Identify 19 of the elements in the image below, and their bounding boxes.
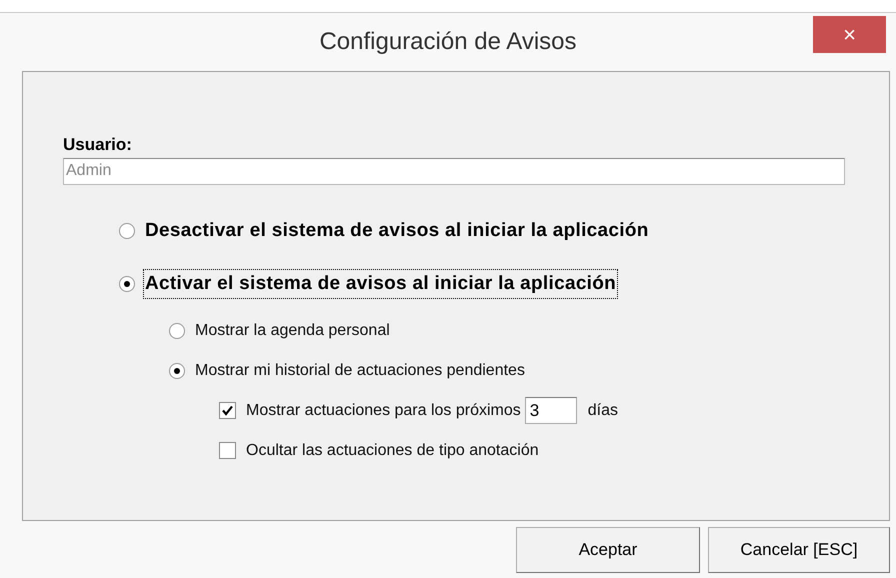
radio-button[interactable] (169, 362, 185, 378)
option-label: Mostrar actuaciones para los próximos (245, 400, 522, 420)
radio-button[interactable] (119, 223, 135, 239)
checkbox[interactable] (219, 402, 236, 419)
days-unit: días (588, 400, 618, 420)
option-label: Ocultar las actuaciones de tipo anotación (245, 440, 540, 460)
option-label: Mostrar mi historial de actuaciones pendientes (194, 360, 526, 380)
user-label: Usuario: (63, 134, 133, 156)
option-label: Activar el sistema de avisos al iniciar la aplicación (144, 270, 618, 298)
option-label: Mostrar la agenda personal (194, 320, 391, 340)
cancel-button[interactable]: Cancelar [ESC] (708, 527, 890, 573)
option-label: Desactivar el sistema de avisos al iniciar la aplicación (144, 218, 650, 243)
checkbox[interactable] (219, 442, 236, 459)
close-button[interactable]: × (813, 16, 886, 53)
window-title: Configuración de Avisos (319, 27, 577, 57)
accept-button[interactable]: Aceptar (516, 527, 700, 573)
radio-button[interactable] (119, 276, 135, 292)
days-field[interactable]: 3 (524, 397, 577, 424)
radio-button[interactable] (169, 322, 185, 338)
